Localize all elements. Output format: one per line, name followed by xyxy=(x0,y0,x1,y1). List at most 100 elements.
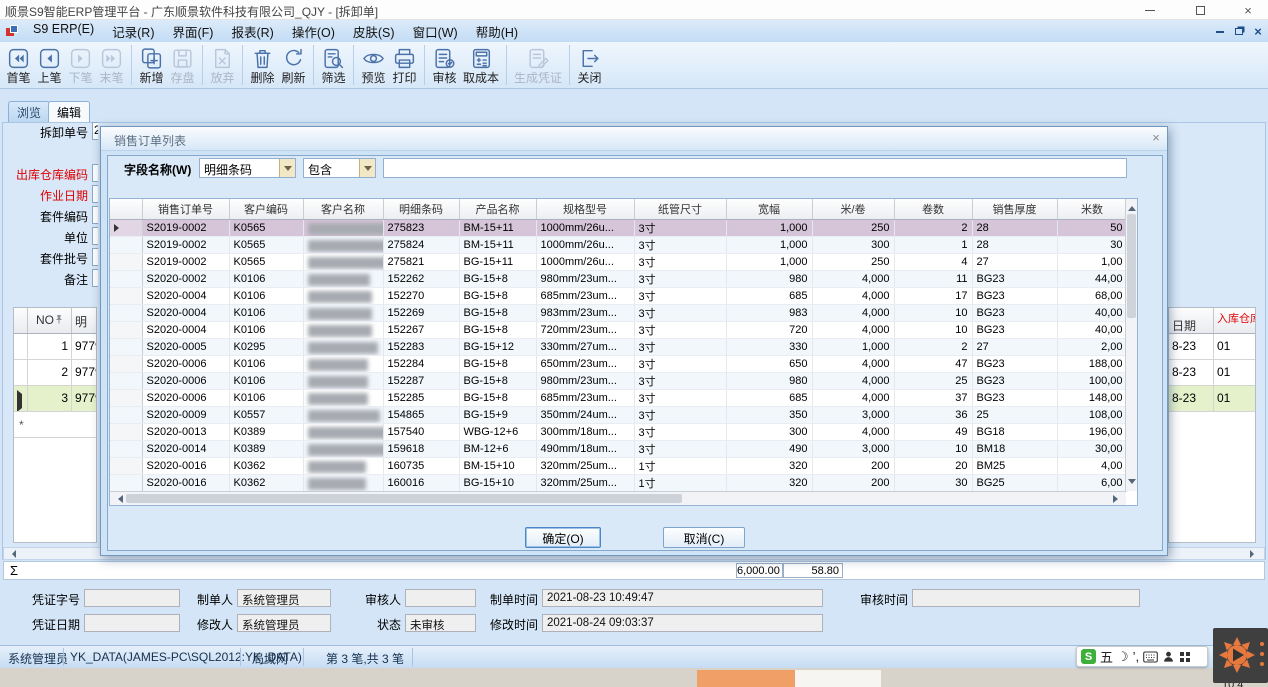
sales-order-row-6[interactable]: S2020-0004K0106152267BG-15+8720mm/23um..… xyxy=(110,321,1127,338)
row-selector[interactable] xyxy=(110,389,142,406)
scroll-left-icon[interactable] xyxy=(114,495,123,503)
dialog-close-button[interactable]: × xyxy=(1147,130,1165,147)
detail-grid-row[interactable]: 397792 xyxy=(14,386,96,412)
detail-column-header[interactable]: 明 xyxy=(72,308,97,333)
row-selector[interactable] xyxy=(110,423,142,440)
column-header-6[interactable]: 纸管尺寸 xyxy=(634,199,726,219)
date-column-header[interactable]: 日期 xyxy=(1169,308,1214,333)
dialog-title-bar[interactable]: 销售订单列表 × xyxy=(101,127,1167,151)
tab-edit[interactable]: 编辑 xyxy=(48,101,90,122)
row-selector[interactable] xyxy=(110,219,142,236)
right-grid-row[interactable]: 8-2301 xyxy=(1169,334,1255,360)
menu-item-1[interactable]: 记录(R) xyxy=(103,20,163,43)
toolbar-button-refresh[interactable]: 刷新 xyxy=(278,45,309,86)
column-header-7[interactable]: 宽幅 xyxy=(726,199,812,219)
field-value-clipped-4[interactable] xyxy=(92,227,98,245)
row-selector[interactable] xyxy=(110,372,142,389)
scroll-right-icon[interactable] xyxy=(1250,550,1258,558)
column-header-3[interactable]: 明细条码 xyxy=(383,199,459,219)
column-header-8[interactable]: 米/卷 xyxy=(812,199,894,219)
tab-browse[interactable]: 浏览 xyxy=(8,101,50,122)
chevron-down-icon[interactable] xyxy=(359,159,375,177)
punctuation-mode[interactable]: ’, xyxy=(1133,649,1140,664)
taskbar-light-segment[interactable] xyxy=(795,670,881,687)
scroll-right-icon[interactable] xyxy=(1113,495,1122,503)
mdi-close-button[interactable]: × xyxy=(1250,25,1266,38)
ok-button[interactable]: 确定(O) xyxy=(525,527,601,548)
menu-item-3[interactable]: 报表(R) xyxy=(222,20,282,43)
moon-icon[interactable]: ☽ xyxy=(1117,649,1129,665)
detail-grid-row[interactable]: 197792 xyxy=(14,334,96,360)
hscroll-thumb[interactable] xyxy=(126,494,682,503)
taskbar-orange-segment[interactable] xyxy=(697,670,795,687)
filter-search-input[interactable] xyxy=(383,158,1127,178)
column-header-0[interactable]: 销售订单号 xyxy=(142,199,229,219)
column-header-11[interactable]: 米数 xyxy=(1057,199,1127,219)
right-grid-row[interactable]: 8-2301 xyxy=(1169,386,1255,412)
filter-operator-select[interactable]: 包含 xyxy=(303,158,376,178)
menu-item-7[interactable]: 帮助(H) xyxy=(467,20,527,43)
sales-order-row-9[interactable]: S2020-0006K0106152287BG-15+8980mm/23um..… xyxy=(110,372,1127,389)
toolbar-button-trash[interactable]: 删除 xyxy=(247,45,278,86)
sales-order-row-7[interactable]: S2020-0005K0295152283BG-15+12330mm/27um.… xyxy=(110,338,1127,355)
column-header-2[interactable]: 客户名称 xyxy=(303,199,383,219)
sales-order-row-10[interactable]: S2020-0006K0106152285BG-15+8685mm/23um..… xyxy=(110,389,1127,406)
warehouse-column-header[interactable]: 入库仓库 xyxy=(1214,308,1256,333)
column-header-10[interactable]: 销售厚度 xyxy=(972,199,1057,219)
sales-order-row-15[interactable]: S2020-0016K0362160016BG-15+10320mm/25um.… xyxy=(110,474,1127,491)
toolbar-button-audit-doc[interactable]: 审核 xyxy=(429,45,460,86)
field-value-clipped-2[interactable] xyxy=(92,185,98,203)
scroll-left-icon[interactable] xyxy=(8,550,16,558)
menu-item-2[interactable]: 界面(F) xyxy=(164,20,223,43)
toolbar-button-calculator[interactable]: 取成本 xyxy=(460,45,502,86)
close-button[interactable]: × xyxy=(1233,2,1263,18)
menu-item-4[interactable]: 操作(O) xyxy=(283,20,344,43)
toolbar-button-nav-first[interactable]: 首笔 xyxy=(3,45,34,86)
menu-grid-icon[interactable] xyxy=(1179,651,1191,663)
sales-order-row-11[interactable]: S2020-0009K0557154865BG-15+9350mm/24um..… xyxy=(110,406,1127,423)
scroll-up-icon[interactable] xyxy=(1128,202,1136,211)
sales-order-row-4[interactable]: S2020-0004K0106152270BG-15+8685mm/23um..… xyxy=(110,287,1127,304)
grid-vertical-scrollbar[interactable] xyxy=(1125,199,1137,491)
sales-order-row-5[interactable]: S2020-0004K0106152269BG-15+8983mm/23um..… xyxy=(110,304,1127,321)
sales-order-row-8[interactable]: S2020-0006K0106152284BG-15+8650mm/23um..… xyxy=(110,355,1127,372)
row-selector[interactable] xyxy=(110,440,142,457)
keyboard-icon[interactable] xyxy=(1143,651,1158,663)
sales-order-row-12[interactable]: S2020-0013K0389157540WBG-12+6300mm/18um.… xyxy=(110,423,1127,440)
sales-order-row-1[interactable]: S2019-0002K0565275824BM-15+111000mm/26u.… xyxy=(110,236,1127,253)
row-selector[interactable] xyxy=(110,287,142,304)
sales-order-row-3[interactable]: S2020-0002K0106152262BG-15+8980mm/23um..… xyxy=(110,270,1127,287)
detail-grid-row[interactable]: 297792 xyxy=(14,360,96,386)
menu-item-5[interactable]: 皮肤(S) xyxy=(344,20,404,43)
toolbar-button-add-doc[interactable]: 新增 xyxy=(136,45,167,86)
sogou-logo[interactable]: S xyxy=(1081,649,1096,664)
toolbar-button-eye[interactable]: 预览 xyxy=(358,45,389,86)
field-value-clipped-1[interactable] xyxy=(92,164,98,182)
sales-order-row-13[interactable]: S2020-0014K0389159618BM-12+6490mm/18um..… xyxy=(110,440,1127,457)
no-column-header[interactable]: NO xyxy=(28,308,72,333)
chevron-down-icon[interactable] xyxy=(279,159,295,177)
sales-order-row-14[interactable]: S2020-0016K0362160735BM-15+10320mm/25um.… xyxy=(110,457,1127,474)
filter-field-select[interactable]: 明细条码 xyxy=(199,158,296,178)
vscroll-thumb[interactable] xyxy=(1127,214,1136,318)
sales-order-row-2[interactable]: S2019-0002K0565275821BG-15+111000mm/26u.… xyxy=(110,253,1127,270)
row-selector[interactable] xyxy=(110,406,142,423)
field-value-clipped-5[interactable] xyxy=(92,248,98,266)
mdi-minimize-button[interactable] xyxy=(1212,25,1228,38)
menu-item-6[interactable]: 窗口(W) xyxy=(404,20,467,43)
sales-order-row-0[interactable]: S2019-0002K0565275823BM-15+111000mm/26u.… xyxy=(110,219,1127,236)
cancel-button[interactable]: 取消(C) xyxy=(663,527,745,548)
recorder-widget[interactable] xyxy=(1213,628,1268,683)
wubi-mode[interactable]: 五 xyxy=(1100,647,1113,666)
toolbar-button-exit-door[interactable]: 关闭 xyxy=(574,45,605,86)
column-header-5[interactable]: 规格型号 xyxy=(536,199,634,219)
row-selector[interactable] xyxy=(110,457,142,474)
row-selector[interactable] xyxy=(110,355,142,372)
sales-order-table[interactable]: 销售订单号客户编码客户名称明细条码产品名称规格型号纸管尺寸宽幅米/卷卷数销售厚度… xyxy=(110,199,1128,492)
toolbar-button-filter-search[interactable]: 筛选 xyxy=(318,45,349,86)
row-selector[interactable] xyxy=(110,270,142,287)
field-value-clipped-6[interactable] xyxy=(92,269,98,287)
row-selector[interactable] xyxy=(110,253,142,270)
row-selector[interactable] xyxy=(110,236,142,253)
menu-item-0[interactable]: S9 ERP(E) xyxy=(24,20,103,43)
